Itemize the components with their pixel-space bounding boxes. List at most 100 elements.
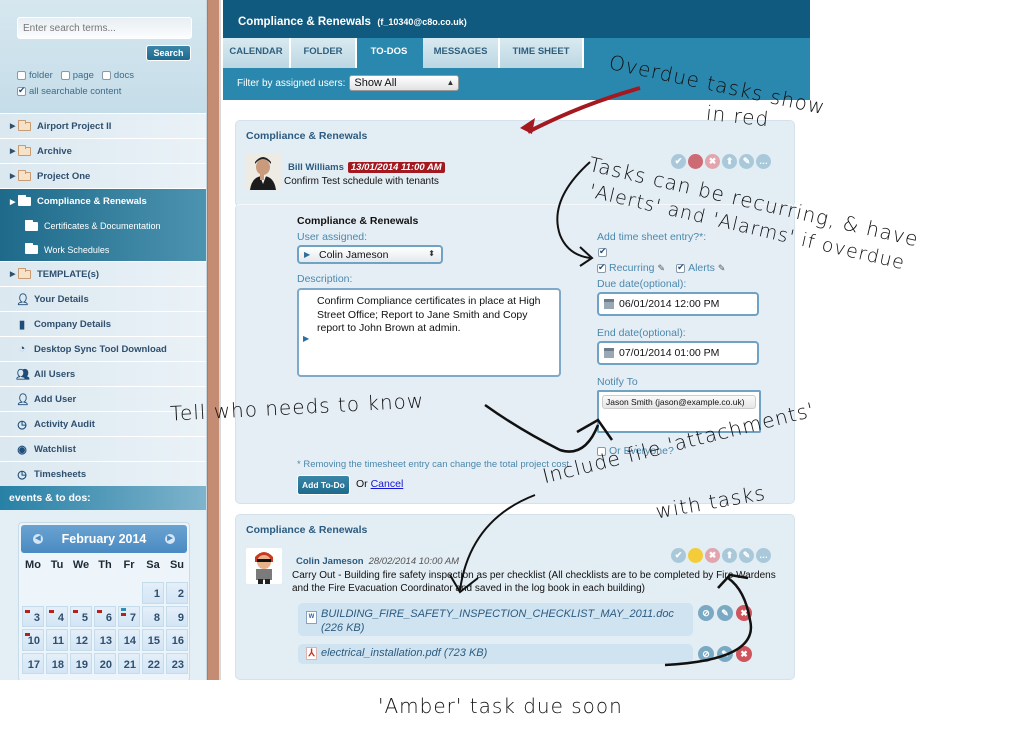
add-todo-button[interactable]: Add To-Do [297, 475, 350, 495]
due-date-label: Due date(optional): [597, 278, 687, 290]
edit-icon[interactable]: ✎ [717, 605, 733, 621]
edit-recurring-icon[interactable]: ✎ [658, 263, 666, 274]
sidebar-item-timesheets[interactable]: ◷ Timesheets [0, 462, 206, 487]
search-panel: Search folder page docs all searchable c… [0, 0, 206, 114]
todo-assignee[interactable]: Bill Williams [288, 162, 344, 173]
sidebar-divider[interactable] [207, 0, 221, 680]
user-filter: Filter by assigned users: Show All ▲ [237, 75, 460, 91]
description-textarea[interactable]: ▶ Confirm Compliance certificates in pla… [297, 288, 561, 377]
avatar [246, 548, 282, 584]
due-date-input[interactable]: 06/01/2014 12:00 PM [597, 292, 759, 316]
calendar-day[interactable]: 11 [46, 629, 68, 651]
recurring-checkbox[interactable] [597, 262, 606, 273]
attach-icon[interactable]: ⊘ [698, 646, 714, 662]
alerts-checkbox[interactable] [676, 262, 686, 273]
attachment-item[interactable]: ⅄ electrical_installation.pdf (723 KB) [298, 644, 693, 664]
calendar-day[interactable]: 18 [46, 652, 68, 674]
calendar-day[interactable]: 5 [70, 605, 92, 627]
calendar-day[interactable]: 22 [142, 652, 164, 674]
sidebar-item-company-details[interactable]: ▮ Company Details [0, 312, 206, 337]
calendar-day[interactable]: 9 [166, 605, 188, 627]
calendar-day[interactable]: 19 [70, 652, 92, 674]
tab-messages[interactable]: MESSAGES [423, 38, 500, 68]
calendar-day[interactable]: 2 [166, 582, 188, 604]
calendar-day[interactable]: 16 [166, 629, 188, 651]
expand-arrow-icon[interactable]: ▶ [10, 147, 16, 155]
complete-icon[interactable]: ✔ [671, 548, 686, 563]
end-date-input[interactable]: 07/01/2014 01:00 PM [597, 341, 759, 365]
calendar-day[interactable]: 21 [118, 652, 140, 674]
delete-icon[interactable]: ✖ [736, 646, 752, 662]
pdf-file-icon: ⅄ [306, 647, 317, 660]
delete-icon[interactable]: ✖ [705, 548, 720, 563]
calendar-icon[interactable] [604, 348, 614, 358]
calendar-day[interactable]: 12 [70, 629, 92, 651]
complete-icon[interactable]: ✔ [671, 154, 686, 169]
delete-icon[interactable]: ✖ [705, 154, 720, 169]
cancel-link[interactable]: Cancel [371, 478, 404, 490]
calendar-day[interactable]: 13 [94, 629, 116, 651]
calendar-day[interactable]: 8 [142, 605, 164, 627]
calendar-day[interactable]: 6 [94, 605, 116, 627]
calendar-icon[interactable] [604, 299, 614, 309]
todo-assignee[interactable]: Colin Jameson [296, 556, 364, 567]
sidebar-item-work-schedules[interactable]: Work Schedules [0, 238, 206, 262]
tab-time-sheet[interactable]: TIME SHEET [500, 38, 584, 68]
edit-icon[interactable]: ✎ [717, 646, 733, 662]
calendar-day[interactable]: 3 [22, 605, 44, 627]
timesheet-note: * Removing the timesheet entry can chang… [297, 459, 569, 470]
calendar-day[interactable]: 20 [94, 652, 116, 674]
folder-checkbox[interactable] [17, 71, 26, 80]
sidebar-item-desktop-sync[interactable]: ◔ Desktop Sync Tool Download [0, 337, 206, 362]
delete-icon[interactable]: ✖ [736, 605, 752, 621]
comment-icon[interactable]: … [756, 154, 771, 169]
upload-icon[interactable]: ⬆ [722, 154, 737, 169]
all-content-checkbox[interactable] [17, 85, 26, 96]
edit-icon[interactable]: ✎ [739, 548, 754, 563]
user-assigned-select[interactable]: ▶ Colin Jameson ⬍ [297, 245, 443, 264]
edit-icon[interactable]: ✎ [739, 154, 754, 169]
sidebar-item-watchlist[interactable]: ◉ Watchlist [0, 437, 206, 462]
sidebar-item-archive[interactable]: ▶ Archive [0, 139, 206, 164]
timesheet-checkbox[interactable] [598, 246, 607, 257]
sidebar-item-airport-project[interactable]: ▶ Airport Project II [0, 114, 206, 139]
attach-icon[interactable]: ⊘ [698, 605, 714, 621]
calendar-day[interactable]: 23 [166, 652, 188, 674]
tab-calendar[interactable]: CALENDAR [223, 38, 291, 68]
calendar-day[interactable]: 17 [22, 652, 44, 674]
page-checkbox[interactable] [60, 71, 70, 80]
attachment-name[interactable]: electrical_installation.pdf (723 KB) [321, 647, 487, 659]
comment-icon[interactable]: … [756, 548, 771, 563]
calendar-day[interactable]: 7 [118, 605, 140, 627]
sidebar-item-compliance-renewals[interactable]: ▶ Compliance & Renewals [0, 189, 206, 214]
edit-alerts-icon[interactable]: ✎ [718, 263, 726, 274]
search-input[interactable] [17, 17, 192, 39]
status-overdue-icon[interactable] [688, 154, 703, 169]
calendar-day[interactable]: 4 [46, 605, 68, 627]
sidebar-item-certificates[interactable]: Certificates & Documentation [0, 214, 206, 238]
sidebar-item-project-one[interactable]: ▶ Project One [0, 164, 206, 189]
next-month-icon[interactable]: ▶ [165, 534, 175, 544]
attachment-name[interactable]: BUILDING_FIRE_SAFETY_INSPECTION_CHECKLIS… [321, 607, 681, 635]
status-due-soon-icon[interactable] [688, 548, 703, 563]
calendar-day[interactable]: 10 [22, 629, 44, 651]
sidebar-item-your-details[interactable]: 👤︎ Your Details [0, 287, 206, 312]
prev-month-icon[interactable]: ◀ [33, 534, 43, 544]
expand-arrow-icon[interactable]: ▶ [10, 270, 16, 278]
expand-arrow-icon[interactable]: ▶ [10, 198, 16, 206]
sidebar-item-templates[interactable]: ▶ TEMPLATE(s) [0, 262, 206, 287]
upload-icon[interactable]: ⬆ [722, 548, 737, 563]
tab-to-dos[interactable]: TO-DOS [357, 38, 423, 68]
docs-checkbox[interactable] [101, 71, 111, 80]
calendar-day[interactable]: 15 [142, 629, 164, 651]
expand-arrow-icon[interactable]: ▶ [10, 122, 16, 130]
attachment-item[interactable]: W BUILDING_FIRE_SAFETY_INSPECTION_CHECKL… [298, 603, 693, 636]
calendar-day[interactable]: 1 [142, 582, 164, 604]
sidebar-item-all-users[interactable]: 👥︎ All Users [0, 362, 206, 387]
calendar-day[interactable]: 14 [118, 629, 140, 651]
tab-folder[interactable]: FOLDER [291, 38, 357, 68]
notify-recipient-chip[interactable]: Jason Smith (jason@example.co.uk) [602, 395, 756, 409]
expand-arrow-icon[interactable]: ▶ [10, 172, 16, 180]
user-filter-select[interactable]: Show All ▲ [349, 75, 460, 91]
search-button[interactable]: Search [146, 45, 191, 61]
